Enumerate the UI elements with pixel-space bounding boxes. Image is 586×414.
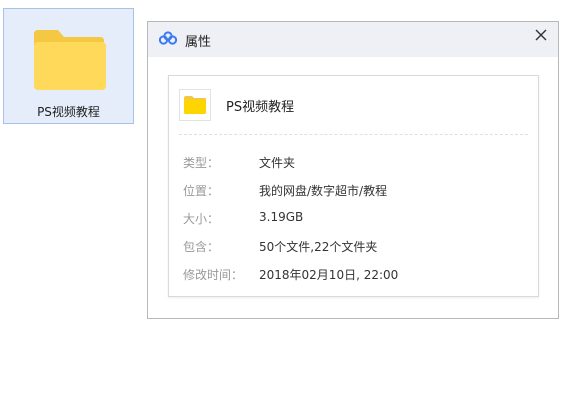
- property-key: 大小：: [183, 212, 220, 226]
- close-icon: [535, 29, 547, 41]
- property-value: 我的网盘/数字超市/教程: [259, 184, 388, 198]
- folder-icon: [184, 96, 206, 114]
- property-value: 2018年02月10日, 22:00: [259, 268, 399, 282]
- property-key: 位置：: [183, 184, 220, 198]
- file-thumbnail: [179, 89, 211, 121]
- file-name: PS视频教程: [226, 100, 295, 115]
- desktop-folder-item[interactable]: PS视频教程: [3, 8, 134, 124]
- folder-icon: [34, 30, 106, 90]
- property-value: 3.19GB: [259, 210, 304, 224]
- dialog-title: 属性: [185, 35, 212, 50]
- property-key: 修改时间：: [183, 268, 244, 282]
- property-value: 50个文件,22个文件夹: [259, 240, 378, 254]
- properties-dialog: 属性 PS视频教程 类型： 文件夹 位置： 我的网盘/数字超市/教程 大小： 3…: [147, 21, 559, 319]
- property-key: 类型：: [183, 156, 220, 170]
- close-button[interactable]: [530, 25, 552, 47]
- desktop-folder-label: PS视频教程: [37, 105, 100, 119]
- properties-panel: PS视频教程 类型： 文件夹 位置： 我的网盘/数字超市/教程 大小： 3.19…: [168, 75, 539, 297]
- baidu-netdisk-logo-icon: [159, 31, 177, 45]
- divider: [179, 134, 528, 135]
- property-value: 文件夹: [259, 156, 296, 170]
- dialog-titlebar[interactable]: 属性: [148, 22, 558, 57]
- property-key: 包含：: [183, 240, 220, 254]
